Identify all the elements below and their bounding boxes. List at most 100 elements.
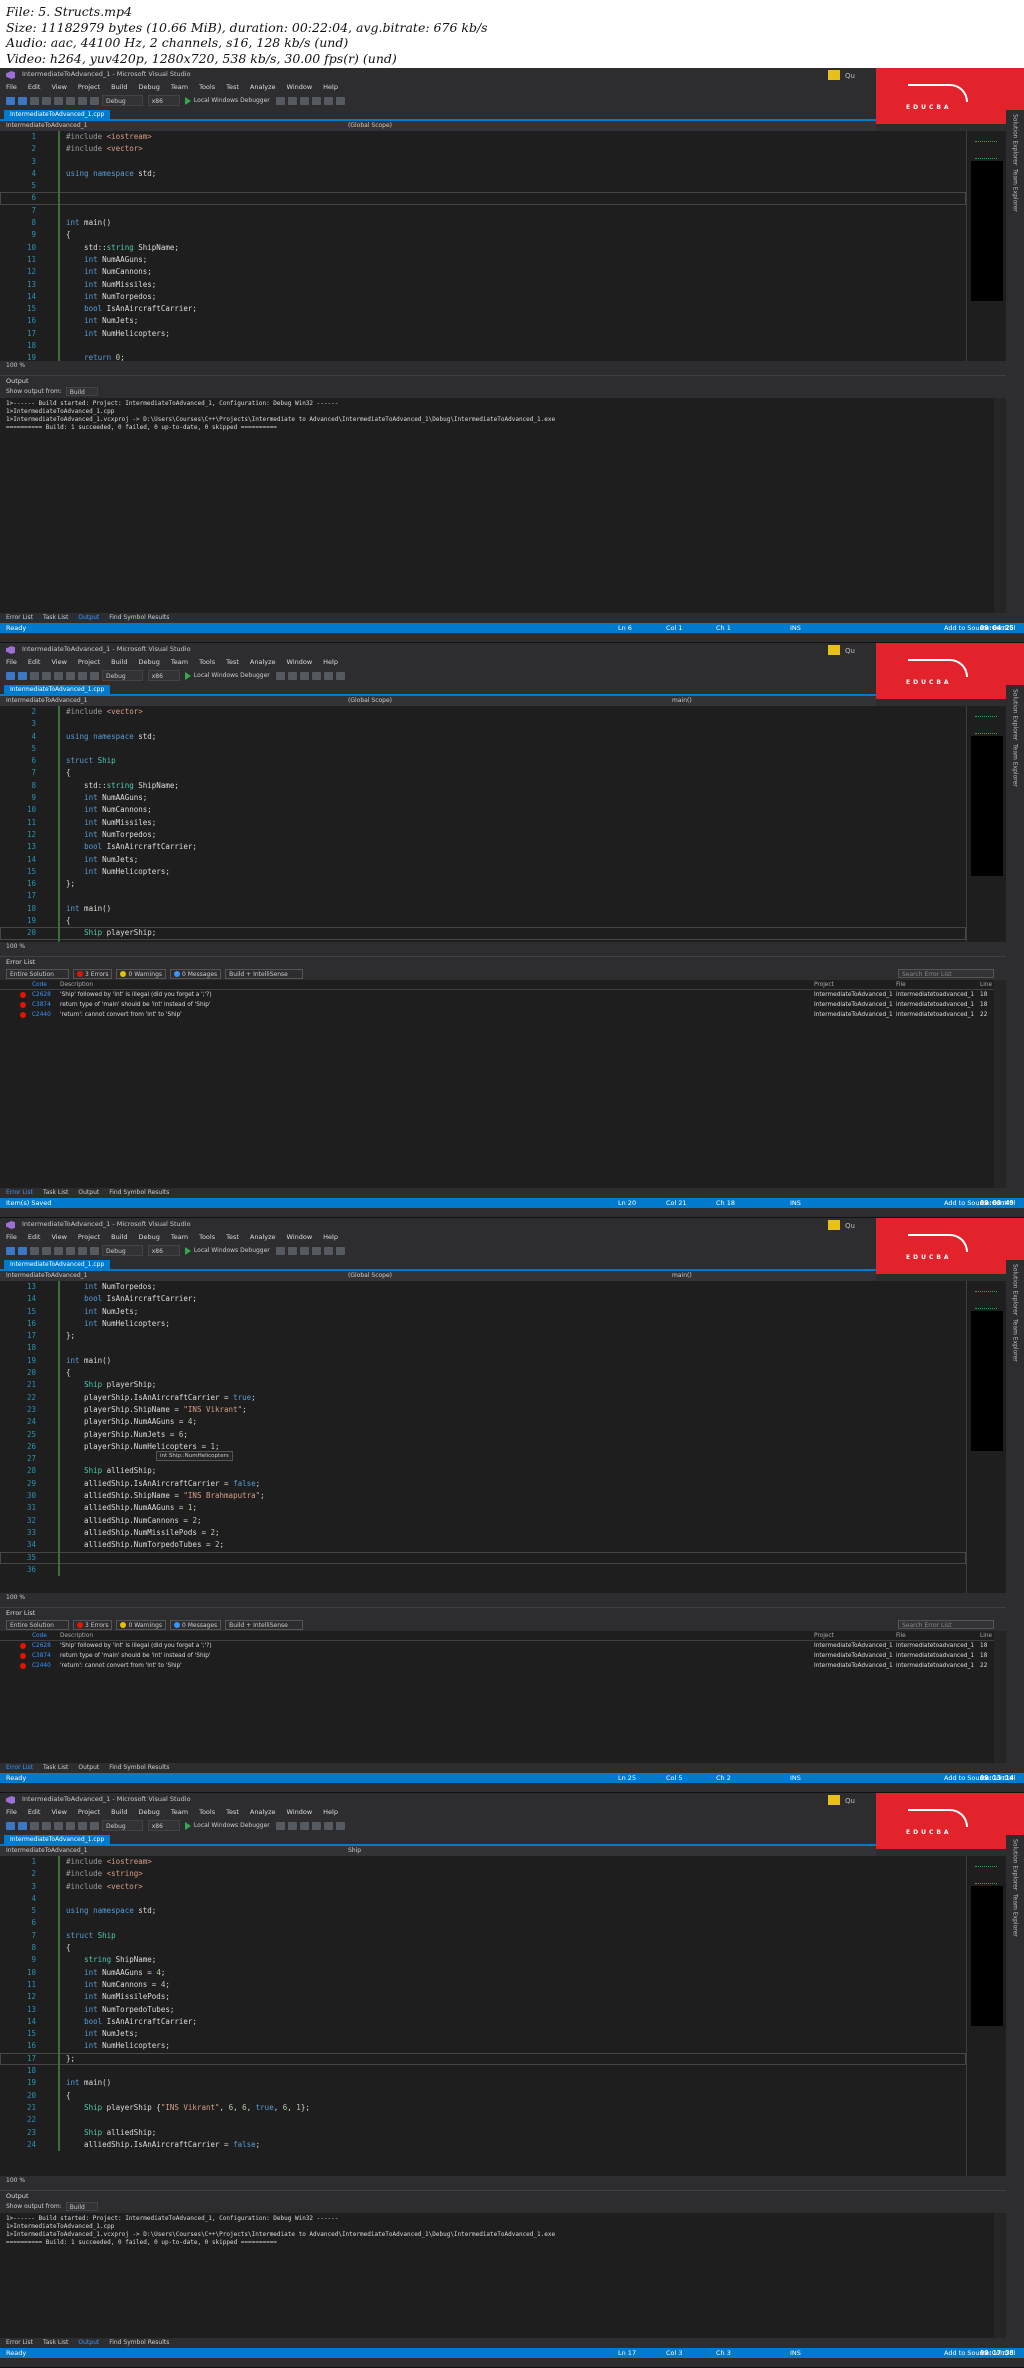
messages-filter[interactable]: 0 Messages: [170, 1619, 222, 1630]
code-line[interactable]: 2 #include <string>: [0, 1868, 966, 1880]
code-line[interactable]: 13 bool IsAnAircraftCarrier;: [0, 841, 966, 853]
menu-item[interactable]: Help: [323, 658, 338, 666]
column-header[interactable]: Code: [32, 1631, 47, 1641]
notification-flag-icon[interactable]: [828, 645, 840, 655]
code-line[interactable]: 20 {: [0, 1367, 966, 1379]
platform-select[interactable]: x86: [147, 1820, 180, 1831]
warnings-filter[interactable]: 0 Warnings: [116, 1619, 167, 1630]
code-line[interactable]: 10 int NumAAGuns = 4;: [0, 1967, 966, 1979]
code-line[interactable]: 2 #include <vector>: [0, 143, 966, 155]
menu-item[interactable]: Tools: [199, 1233, 215, 1241]
menu-item[interactable]: File: [6, 1808, 17, 1816]
menu-item[interactable]: Analyze: [250, 83, 276, 91]
error-search-input[interactable]: Search Error List: [898, 1620, 994, 1629]
back-icon[interactable]: [6, 671, 15, 680]
save-all-icon[interactable]: [66, 671, 75, 680]
menu-item[interactable]: Window: [287, 1808, 313, 1816]
code-line[interactable]: 6: [0, 192, 966, 205]
code-line[interactable]: 4 using namespace std;: [0, 168, 966, 180]
code-line[interactable]: 19 return 0;: [0, 352, 966, 361]
back-icon[interactable]: [6, 1821, 15, 1830]
config-select[interactable]: Debug: [102, 670, 143, 681]
menu-item[interactable]: Project: [78, 1808, 100, 1816]
menu-item[interactable]: Help: [323, 83, 338, 91]
bottom-tab[interactable]: Task List: [43, 2339, 68, 2346]
scope-select[interactable]: Entire Solution: [6, 968, 69, 979]
column-header[interactable]: File: [896, 1631, 906, 1641]
code-line[interactable]: 6 struct Ship: [0, 755, 966, 767]
format-icon[interactable]: [335, 96, 345, 105]
side-tab[interactable]: Solution Explorer: [1012, 689, 1019, 740]
menu-item[interactable]: Build: [111, 658, 127, 666]
back-icon[interactable]: [6, 1246, 15, 1255]
code-line[interactable]: 2 #include <vector>: [0, 706, 966, 718]
code-line[interactable]: 16 int NumJets;: [0, 315, 966, 327]
new-icon[interactable]: [30, 1246, 39, 1255]
code-line[interactable]: 5 using namespace std;: [0, 1905, 966, 1917]
forward-icon[interactable]: [18, 671, 27, 680]
code-line[interactable]: 32 alliedShip.NumCannons = 2;: [0, 1515, 966, 1527]
code-line[interactable]: 35: [0, 1551, 966, 1564]
scope-select[interactable]: Entire Solution: [6, 1619, 69, 1630]
uncomment-icon[interactable]: [323, 1821, 333, 1830]
bottom-tab[interactable]: Output: [78, 2339, 99, 2346]
step-icon[interactable]: [287, 671, 297, 680]
code-line[interactable]: 13 int NumTorpedoTubes;: [0, 2004, 966, 2016]
menu-item[interactable]: Edit: [28, 658, 41, 666]
step-icon[interactable]: [287, 96, 297, 105]
menu-item[interactable]: Project: [78, 1233, 100, 1241]
format-icon[interactable]: [335, 1246, 345, 1255]
debugger-button[interactable]: Local Windows Debugger: [194, 1247, 270, 1254]
nav-project-select[interactable]: IntermediateToAdvanced_1: [6, 1846, 87, 1856]
code-line[interactable]: 8 std::string ShipName;: [0, 780, 966, 792]
code-line[interactable]: 26 playerShip.NumHelicopters = 1;: [0, 1441, 966, 1453]
zoom-level[interactable]: 100 %: [6, 1594, 25, 1601]
code-line[interactable]: 16};: [0, 878, 966, 890]
code-line[interactable]: 13 int NumTorpedos;: [0, 1281, 966, 1293]
code-line[interactable]: 9 string ShipName;: [0, 1954, 966, 1966]
scroll-thumb[interactable]: [971, 1886, 1003, 2026]
scroll-thumb[interactable]: [971, 161, 1003, 301]
code-line[interactable]: 12 int NumCannons;: [0, 266, 966, 278]
breakpoint-icon[interactable]: [299, 96, 309, 105]
nav-project-select[interactable]: IntermediateToAdvanced_1: [6, 1271, 87, 1281]
new-icon[interactable]: [30, 671, 39, 680]
side-tab[interactable]: Team Explorer: [1012, 744, 1019, 787]
menu-item[interactable]: View: [51, 1233, 66, 1241]
bookmark-icon[interactable]: [275, 671, 285, 680]
undo-icon[interactable]: [78, 671, 87, 680]
menu-item[interactable]: Edit: [28, 1808, 41, 1816]
bottom-tab[interactable]: Error List: [6, 1764, 33, 1771]
code-line[interactable]: 14 int NumJets;: [0, 854, 966, 866]
code-line[interactable]: 4 using namespace std;: [0, 731, 966, 743]
menu-item[interactable]: Help: [323, 1233, 338, 1241]
code-line[interactable]: 15 int NumJets;: [0, 2028, 966, 2040]
code-line[interactable]: 7{: [0, 767, 966, 779]
code-line[interactable]: 11 int NumCannons = 4;: [0, 1979, 966, 1991]
debugger-button[interactable]: Local Windows Debugger: [194, 1822, 270, 1829]
code-line[interactable]: 34 alliedShip.NumTorpedoTubes = 2;: [0, 1539, 966, 1551]
error-row[interactable]: C2628 'Ship' followed by 'int' is illegal…: [0, 990, 994, 1000]
breakpoint-icon[interactable]: [299, 1246, 309, 1255]
format-icon[interactable]: [335, 671, 345, 680]
save-icon[interactable]: [54, 671, 63, 680]
nav-member-select[interactable]: main(): [672, 1271, 692, 1281]
menu-item[interactable]: Project: [78, 658, 100, 666]
menu-item[interactable]: Debug: [139, 83, 160, 91]
menu-item[interactable]: View: [51, 83, 66, 91]
error-search-input[interactable]: Search Error List: [898, 969, 994, 978]
menu-item[interactable]: File: [6, 83, 17, 91]
code-line[interactable]: 29 alliedShip.IsAnAircraftCarrier = fals…: [0, 1478, 966, 1490]
menu-item[interactable]: Debug: [139, 1808, 160, 1816]
zoom-level[interactable]: 100 %: [6, 362, 25, 369]
breakpoint-icon[interactable]: [299, 1821, 309, 1830]
code-line[interactable]: 8{: [0, 1942, 966, 1954]
code-line[interactable]: 19 {: [0, 915, 966, 927]
menu-item[interactable]: Tools: [199, 83, 215, 91]
forward-icon[interactable]: [18, 96, 27, 105]
code-line[interactable]: 17};: [0, 2052, 966, 2066]
code-line[interactable]: 23 playerShip.ShipName = "INS Vikrant";: [0, 1404, 966, 1416]
code-line[interactable]: 3: [0, 156, 966, 168]
start-debug-icon[interactable]: [184, 1246, 191, 1255]
menu-item[interactable]: Edit: [28, 83, 41, 91]
